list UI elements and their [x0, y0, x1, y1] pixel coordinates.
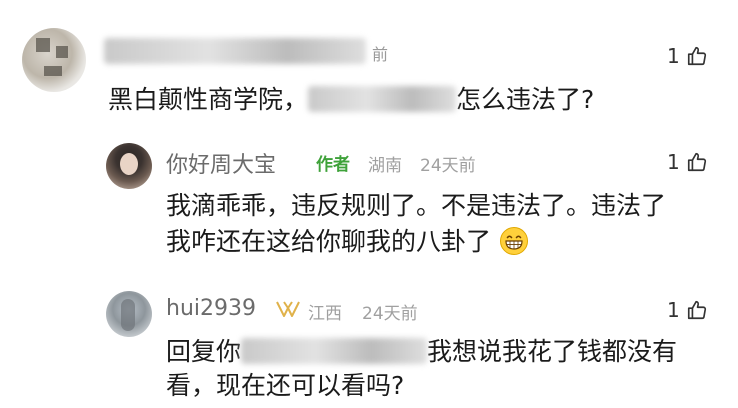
reply-author-name[interactable]: 你好周大宝: [166, 147, 276, 179]
reply-text-line1: 我滴乖乖，违反规则了。不是违法了。违法了: [166, 191, 667, 220]
comment-text-after: 怎么违法了?: [456, 85, 595, 114]
reply-author-name[interactable]: hui2939: [166, 296, 256, 321]
redacted-username: [104, 38, 366, 64]
redacted-text: [241, 338, 428, 364]
like-count: 1: [667, 150, 680, 174]
vip-badge-icon: [275, 298, 301, 324]
like-count: 1: [667, 44, 680, 68]
like-count: 1: [667, 298, 680, 322]
avatar[interactable]: [106, 291, 152, 337]
location: 江西: [308, 304, 342, 324]
like-button[interactable]: 1: [667, 150, 708, 174]
reply-text-prefix: 回复你: [166, 337, 242, 366]
reply-text-line2: 看，现在还可以看吗?: [166, 371, 405, 400]
thumbs-up-icon: [686, 45, 708, 67]
like-button[interactable]: 1: [667, 44, 708, 68]
location: 湖南: [368, 156, 402, 176]
author-badge: 作者: [316, 155, 350, 175]
comment-text: 黑白颠性商学院， 怎么违法了?: [108, 82, 594, 118]
grin-emoji-icon: [499, 226, 529, 256]
redacted-text: [308, 86, 457, 112]
thumbs-up-icon: [686, 299, 708, 321]
comment-text-before: 黑白颠性商学院，: [108, 85, 309, 114]
avatar[interactable]: [106, 143, 152, 189]
like-button[interactable]: 1: [667, 298, 708, 322]
reply-text-line1-after: 我想说我花了钱都没有: [427, 337, 678, 366]
reply-text-line2-content: 我咋还在这给你聊我的八卦了: [166, 227, 492, 256]
reply-text-line2: 我咋还在这给你聊我的八卦了: [166, 224, 529, 260]
reply-text-line1: 回复你 我想说我花了钱都没有: [166, 334, 677, 370]
comment-time-fragment: 前: [372, 45, 389, 64]
reply-time: 24天前: [420, 156, 476, 176]
reply-time: 24天前: [362, 304, 418, 324]
comment-thread: 前 1 黑白颠性商学院， 怎么违法了? 你好周大宝 作者 湖南 24天前 1 我滴…: [0, 0, 738, 408]
avatar[interactable]: [22, 28, 86, 92]
thumbs-up-icon: [686, 151, 708, 173]
